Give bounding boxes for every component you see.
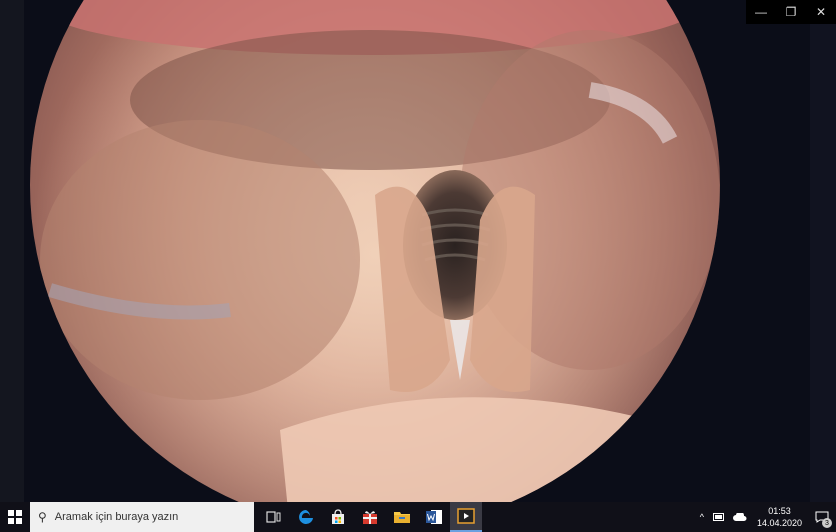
cloud-icon[interactable] — [733, 513, 747, 521]
edge-icon — [299, 510, 313, 524]
media-player-icon — [457, 508, 475, 524]
gift-icon — [363, 511, 377, 524]
search-box[interactable]: ⚲ Aramak için buraya yazın — [30, 502, 254, 532]
endoscopy-frame — [30, 0, 720, 502]
taskbar: ⚲ Aramak için buraya yazın ^ 01:53 14.04… — [0, 502, 836, 532]
clock[interactable]: 01:53 14.04.2020 — [757, 505, 802, 529]
word-button[interactable] — [418, 502, 450, 532]
clock-time: 01:53 — [768, 506, 791, 516]
windows-logo-icon — [8, 510, 22, 524]
store-button[interactable] — [322, 502, 354, 532]
gift-app-button[interactable] — [354, 502, 386, 532]
task-view-button[interactable] — [258, 502, 290, 532]
notification-badge: 3 — [822, 518, 832, 528]
start-button[interactable] — [0, 502, 30, 532]
close-button[interactable]: ✕ — [806, 0, 836, 24]
search-icon: ⚲ — [38, 510, 47, 524]
file-explorer-icon — [394, 512, 410, 523]
window-controls: — ❐ ✕ — [746, 0, 836, 24]
store-icon — [332, 509, 344, 524]
minimize-button[interactable]: — — [746, 0, 776, 24]
notification-center-button[interactable]: 3 — [808, 502, 836, 532]
word-icon — [426, 510, 442, 524]
video-viewer: — ❐ ✕ — [0, 0, 836, 502]
restore-button[interactable]: ❐ — [776, 0, 806, 24]
task-view-icon — [266, 511, 281, 523]
clock-date: 14.04.2020 — [756, 518, 802, 528]
search-placeholder: Aramak için buraya yazın — [54, 511, 179, 523]
chevron-up-icon[interactable]: ^ — [700, 512, 704, 522]
file-explorer-button[interactable] — [386, 502, 418, 532]
media-player-button[interactable] — [450, 502, 482, 532]
edge-button[interactable] — [290, 502, 322, 532]
viewer-right-border — [810, 24, 836, 502]
viewer-left-border — [0, 0, 24, 502]
battery-icon[interactable] — [712, 513, 725, 521]
endoscopy-image — [30, 0, 720, 502]
system-tray: ^ 01:53 14.04.2020 3 — [695, 502, 836, 532]
